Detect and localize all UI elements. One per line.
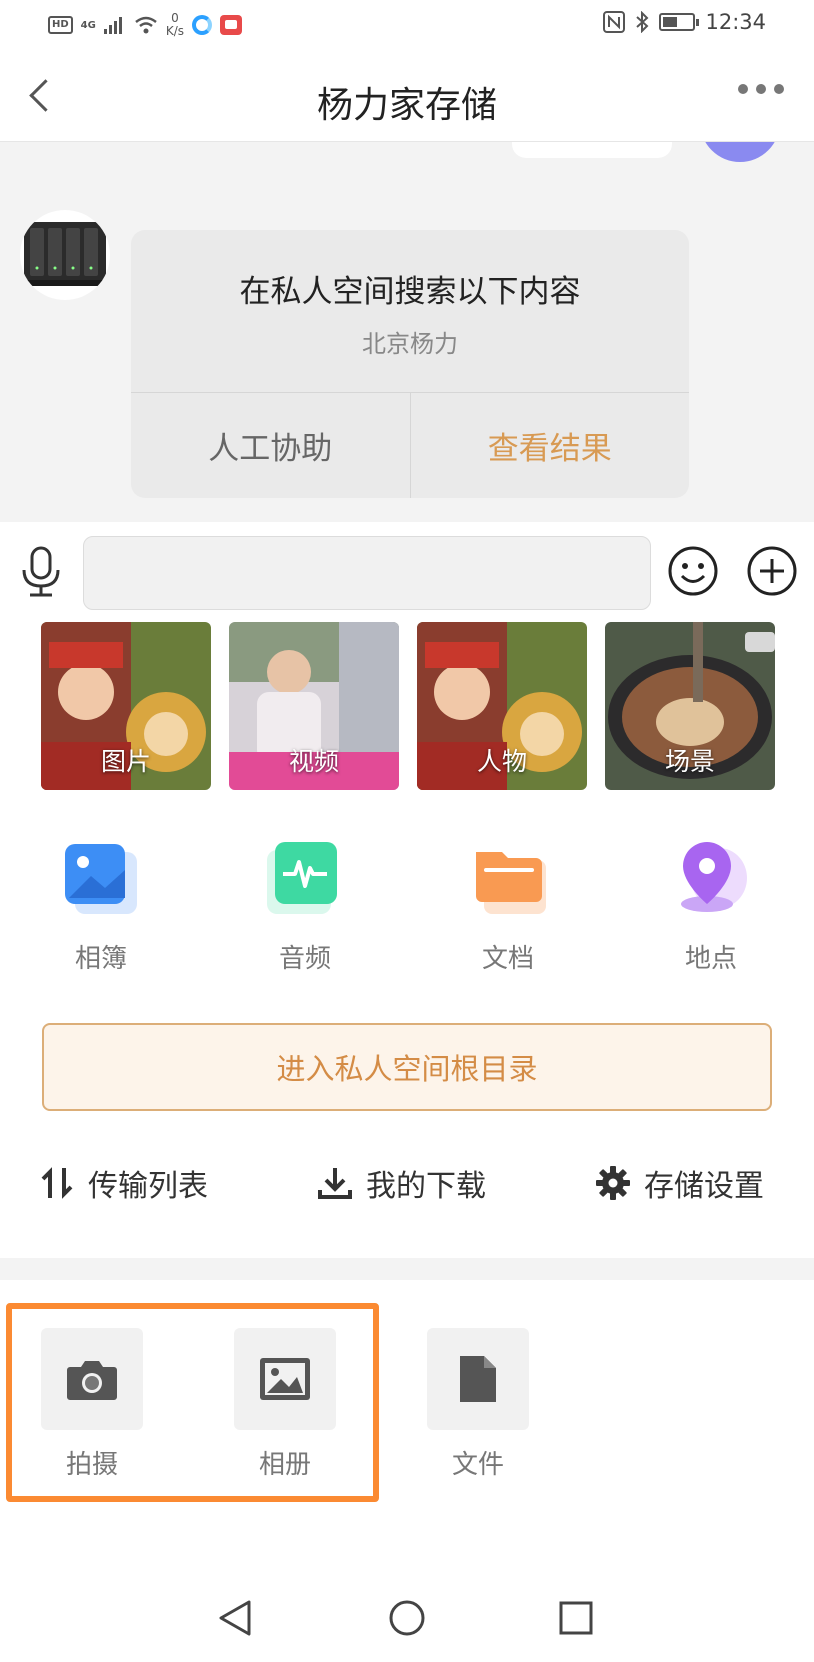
- section-divider: [0, 1258, 814, 1280]
- attach-label: 相册: [258, 1450, 311, 1480]
- photo-album-icon: [61, 838, 141, 918]
- attach-label: 拍摄: [65, 1450, 118, 1480]
- wifi-icon: [135, 16, 157, 34]
- storage-settings-button[interactable]: 存储设置: [596, 1161, 764, 1205]
- category-label: 音频: [278, 944, 331, 974]
- manual-help-button[interactable]: 人工协助: [131, 393, 411, 498]
- attach-album[interactable]: 相册: [234, 1328, 336, 1481]
- user-avatar[interactable]: [700, 142, 780, 162]
- category-places[interactable]: 地点: [651, 838, 771, 975]
- nav-back-icon[interactable]: [213, 1596, 257, 1640]
- more-dot-icon: [774, 84, 784, 94]
- tile-scenes[interactable]: 场景: [605, 622, 775, 790]
- tile-label: 图片: [100, 747, 151, 776]
- more-options-button[interactable]: [738, 84, 784, 94]
- tool-label: 存储设置: [644, 1169, 764, 1204]
- download-icon: [318, 1168, 352, 1199]
- microphone-icon[interactable]: [20, 546, 62, 598]
- enter-root-directory-button[interactable]: 进入私人空间根目录: [42, 1023, 772, 1111]
- tile-people[interactable]: 人物: [417, 622, 587, 790]
- reader-notification-icon: [220, 15, 243, 35]
- tile-label: 人物: [476, 747, 527, 776]
- card-subtitle: 北京杨力: [362, 330, 458, 358]
- media-tiles: 图片 视频 人物 场景: [41, 622, 775, 790]
- app-header: 杨力家存储: [0, 50, 814, 142]
- more-dot-icon: [738, 84, 748, 94]
- search-result-card: 在私人空间搜索以下内容 北京杨力 人工协助 查看结果: [131, 230, 689, 498]
- speed-unit: K/s: [165, 24, 185, 38]
- status-right: 12:34: [603, 10, 766, 34]
- file-icon: [460, 1356, 496, 1402]
- more-dot-icon: [756, 84, 766, 94]
- my-downloads-button[interactable]: 我的下载: [318, 1161, 486, 1205]
- category-label: 文档: [481, 944, 534, 974]
- tile-videos[interactable]: 视频: [229, 622, 399, 790]
- nav-recents-icon[interactable]: [554, 1596, 598, 1640]
- image-icon: [260, 1358, 310, 1400]
- plus-icon[interactable]: [746, 545, 798, 597]
- network-indicator: 4G: [80, 19, 96, 31]
- attach-camera[interactable]: 拍摄: [41, 1328, 143, 1481]
- view-results-button[interactable]: 查看结果: [411, 393, 690, 498]
- card-actions: 人工协助 查看结果: [131, 392, 689, 498]
- audio-wave-icon: [265, 838, 345, 918]
- attach-label: 文件: [451, 1450, 504, 1480]
- tools-row: 传输列表 我的下载 存储设置: [0, 1155, 814, 1215]
- signal-icon: [103, 17, 122, 34]
- status-bar: HD 4G 0 K/s 12:34: [0, 0, 814, 50]
- category-row: 相簿 音频 文档 地点: [0, 838, 814, 978]
- previous-message-bubble: [512, 142, 672, 158]
- file-tile[interactable]: [427, 1328, 529, 1430]
- message-input[interactable]: [83, 536, 651, 610]
- transfer-list-button[interactable]: 传输列表: [40, 1161, 208, 1205]
- input-bar: [0, 522, 814, 612]
- category-albums[interactable]: 相簿: [41, 838, 161, 975]
- attach-file[interactable]: 文件: [427, 1328, 529, 1481]
- tile-label: 场景: [664, 747, 715, 776]
- camera-icon: [67, 1361, 117, 1400]
- gear-icon: [596, 1166, 630, 1200]
- chat-area: 在私人空间搜索以下内容 北京杨力 人工协助 查看结果: [0, 142, 814, 522]
- category-documents[interactable]: 文档: [448, 838, 568, 975]
- tile-label: 视频: [288, 747, 339, 776]
- hd-indicator: HD: [48, 16, 73, 34]
- bluetooth-icon: [636, 11, 649, 33]
- status-left: HD 4G 0 K/s: [48, 12, 243, 38]
- tile-pictures[interactable]: 图片: [41, 622, 211, 790]
- category-label: 相簿: [74, 944, 127, 974]
- system-nav-bar: [0, 1570, 814, 1662]
- nas-device-avatar[interactable]: [20, 210, 110, 300]
- card-title: 在私人空间搜索以下内容: [239, 274, 581, 310]
- nfc-icon: [603, 11, 626, 33]
- tool-label: 传输列表: [88, 1169, 208, 1204]
- camera-tile[interactable]: [41, 1328, 143, 1430]
- nas-device-icon: [24, 222, 106, 286]
- album-tile[interactable]: [234, 1328, 336, 1430]
- tool-label: 我的下载: [366, 1169, 486, 1204]
- category-audio[interactable]: 音频: [245, 838, 365, 975]
- browser-notification-icon: [192, 15, 213, 35]
- category-label: 地点: [684, 944, 737, 974]
- folder-icon: [468, 838, 548, 918]
- page-title: 杨力家存储: [316, 85, 497, 126]
- location-pin-icon: [671, 838, 751, 918]
- nav-home-icon[interactable]: [385, 1596, 429, 1640]
- clock: 12:34: [705, 10, 766, 34]
- transfer-icon: [41, 1167, 73, 1199]
- battery-icon: [659, 13, 700, 31]
- network-speed: 0 K/s: [166, 12, 184, 38]
- emoji-icon[interactable]: [667, 545, 719, 597]
